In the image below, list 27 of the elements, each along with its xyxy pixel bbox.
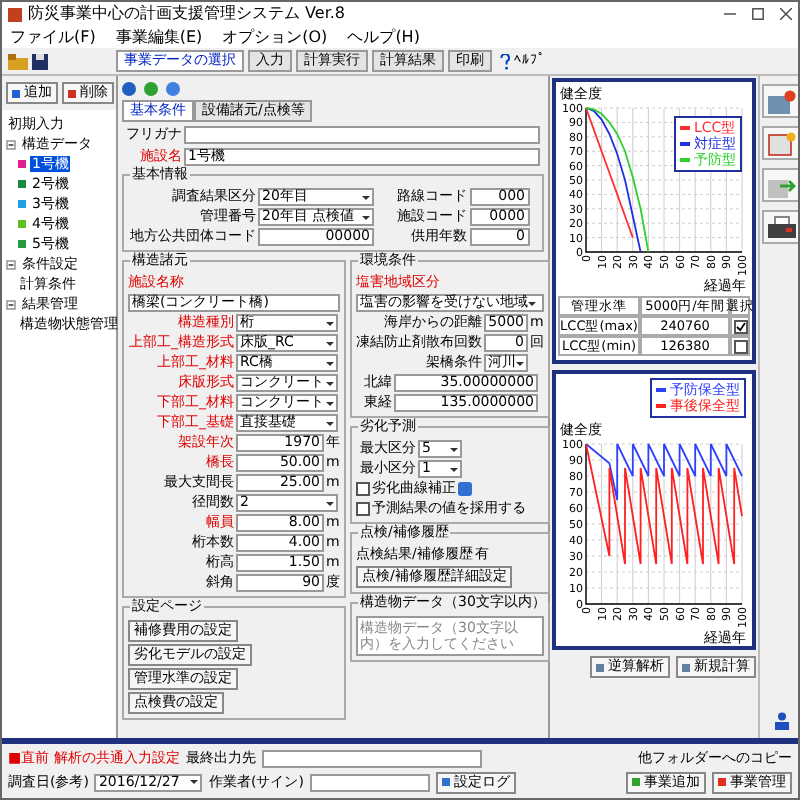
checkbox[interactable] xyxy=(356,502,370,516)
collapse-icon[interactable] xyxy=(6,139,16,149)
menu-item[interactable]: ファイル(F) xyxy=(10,27,96,47)
checkbox[interactable] xyxy=(733,339,747,353)
input-field[interactable] xyxy=(261,749,482,767)
menu-item[interactable]: ヘルプ(H) xyxy=(347,27,420,47)
print-icon[interactable] xyxy=(762,210,798,244)
input-field[interactable] xyxy=(184,126,540,144)
window-title: 防災事業中心の計画支援管理システム Ver.8 xyxy=(28,4,346,24)
app-icon xyxy=(8,7,22,21)
collapse-icon[interactable] xyxy=(6,259,16,269)
data-line xyxy=(585,107,634,239)
document-icon[interactable] xyxy=(762,126,798,160)
add-data-icon[interactable] xyxy=(762,84,798,118)
maximize-icon[interactable] xyxy=(752,8,764,20)
checkbox[interactable] xyxy=(356,482,370,496)
input-field[interactable] xyxy=(309,773,430,791)
menu-item[interactable]: 事業編集(E) xyxy=(115,27,203,47)
save-icon[interactable] xyxy=(32,53,48,69)
minimize-icon[interactable] xyxy=(724,8,736,20)
menu-item[interactable]: オプション(O) xyxy=(222,27,328,47)
checkbox[interactable] xyxy=(733,319,747,333)
person-icon xyxy=(773,712,789,730)
close-icon[interactable] xyxy=(780,8,792,20)
folder-icon[interactable] xyxy=(8,53,28,69)
help-icon xyxy=(500,53,510,69)
collapse-icon[interactable] xyxy=(6,299,16,309)
